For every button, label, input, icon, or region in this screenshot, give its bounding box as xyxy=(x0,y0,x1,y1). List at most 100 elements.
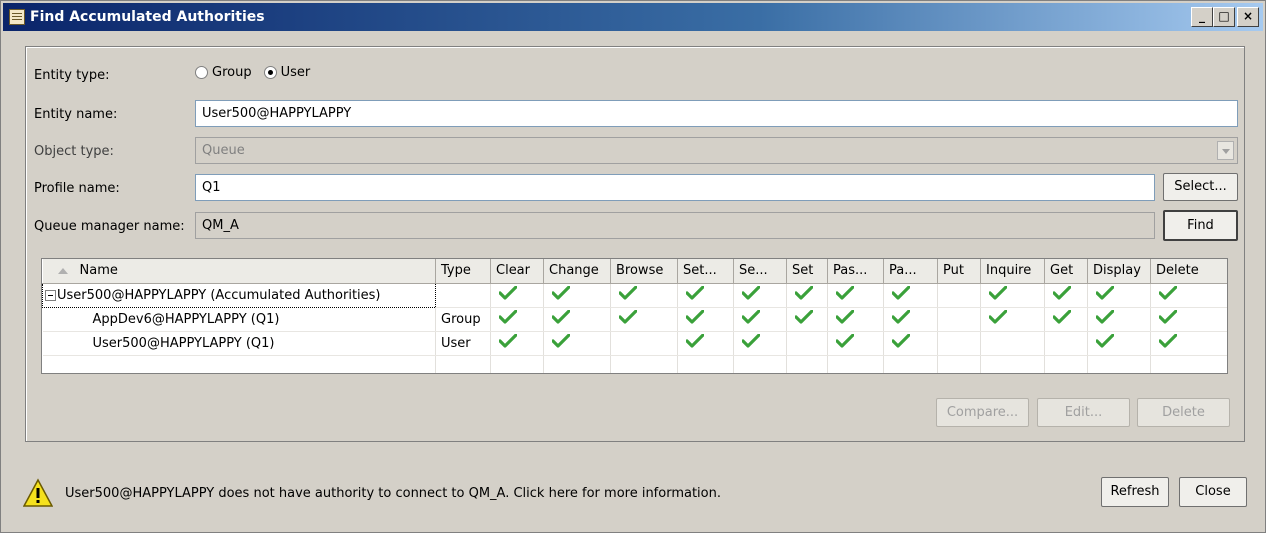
authority-cell xyxy=(610,307,678,332)
authority-cell xyxy=(1087,331,1151,356)
checkmark-icon xyxy=(989,286,1007,300)
authority-cell xyxy=(786,283,828,308)
entity-name-input[interactable]: User500@HAPPYLAPPY xyxy=(195,100,1238,127)
row-name-cell[interactable]: User500@HAPPYLAPPY (Q1) xyxy=(42,331,436,356)
authority-cell xyxy=(610,331,678,356)
empty-cell xyxy=(827,355,884,373)
status-message-link[interactable]: User500@HAPPYLAPPY does not have authori… xyxy=(65,486,721,501)
table-row[interactable]: User500@HAPPYLAPPY (Accumulated Authorit… xyxy=(42,282,1227,308)
close-window-button[interactable]: × xyxy=(1237,7,1259,27)
column-header-pass-all[interactable]: Pas... xyxy=(827,259,884,284)
entity-type-group-radio[interactable]: Group xyxy=(195,65,252,80)
table-row[interactable]: AppDev6@HAPPYLAPPY (Q1) Group xyxy=(42,307,1227,332)
checkmark-icon xyxy=(836,310,854,324)
edit-button[interactable]: Edit... xyxy=(1037,398,1130,427)
checkmark-icon xyxy=(499,286,517,300)
authority-cell xyxy=(937,331,981,356)
checkmark-icon xyxy=(989,310,1007,324)
title-bar[interactable]: Find Accumulated Authorities _ □ × xyxy=(3,3,1263,31)
column-header-inquire[interactable]: Inquire xyxy=(980,259,1045,284)
find-button[interactable]: Find xyxy=(1163,210,1238,241)
profile-name-label: Profile name: xyxy=(34,181,120,196)
checkmark-icon xyxy=(1096,310,1114,324)
empty-cell xyxy=(1150,355,1227,373)
column-header-pass-id[interactable]: Pa... xyxy=(883,259,938,284)
column-header-browse[interactable]: Browse xyxy=(610,259,678,284)
column-header-type[interactable]: Type xyxy=(435,259,491,284)
checkmark-icon xyxy=(892,286,910,300)
authority-cell xyxy=(677,331,734,356)
checkmark-icon xyxy=(836,286,854,300)
table-header-row: Name Type Clear Change Browse Set... Se.… xyxy=(42,259,1227,284)
column-header-name[interactable]: Name xyxy=(42,259,436,284)
warning-icon[interactable] xyxy=(23,478,53,508)
queue-manager-field: QM_A xyxy=(195,212,1155,239)
authority-cell xyxy=(980,307,1045,332)
row-type-cell: User xyxy=(435,331,491,356)
chevron-down-icon[interactable] xyxy=(1217,141,1234,160)
row-name-cell[interactable]: User500@HAPPYLAPPY (Accumulated Authorit… xyxy=(42,282,436,308)
sort-ascending-icon xyxy=(57,267,68,274)
object-type-select[interactable]: Queue xyxy=(195,137,1238,164)
profile-name-input[interactable]: Q1 xyxy=(195,174,1155,201)
table-row[interactable]: User500@HAPPYLAPPY (Q1) User xyxy=(42,331,1227,356)
authority-cell xyxy=(883,331,938,356)
authority-cell xyxy=(786,307,828,332)
entity-type-radio-group: Group User xyxy=(195,65,316,80)
refresh-button[interactable]: Refresh xyxy=(1101,477,1169,507)
authority-cell xyxy=(883,283,938,308)
entity-type-user-radio[interactable]: User xyxy=(263,65,310,80)
authority-cell xyxy=(1044,283,1088,308)
column-header-delete[interactable]: Delete xyxy=(1150,259,1227,284)
checkmark-icon xyxy=(1096,334,1114,348)
find-accumulated-authorities-window: Find Accumulated Authorities _ □ × Entit… xyxy=(0,0,1266,533)
column-header-change[interactable]: Change xyxy=(543,259,611,284)
row-name-cell[interactable]: AppDev6@HAPPYLAPPY (Q1) xyxy=(42,307,436,332)
authority-cell xyxy=(980,283,1045,308)
select-button[interactable]: Select... xyxy=(1163,173,1238,201)
column-header-set-all[interactable]: Set... xyxy=(677,259,734,284)
authority-cell xyxy=(937,307,981,332)
radio-group-indicator[interactable] xyxy=(195,66,208,79)
empty-cell xyxy=(490,355,544,373)
column-header-set-ident[interactable]: Se... xyxy=(733,259,787,284)
checkmark-icon xyxy=(1053,310,1071,324)
authorities-table: Name Type Clear Change Browse Set... Se.… xyxy=(41,258,1228,374)
radio-user-indicator[interactable] xyxy=(263,66,277,79)
authority-cell xyxy=(543,283,611,308)
empty-cell xyxy=(937,355,981,373)
column-header-clear[interactable]: Clear xyxy=(490,259,544,284)
authority-cell xyxy=(543,331,611,356)
authority-cell xyxy=(1087,283,1151,308)
checkmark-icon xyxy=(836,334,854,348)
delete-button[interactable]: Delete xyxy=(1137,398,1230,427)
window-app-icon xyxy=(9,9,25,25)
checkmark-icon xyxy=(795,310,813,324)
authority-cell xyxy=(827,283,884,308)
window-title: Find Accumulated Authorities xyxy=(30,9,265,25)
checkmark-icon xyxy=(742,286,760,300)
tree-collapse-icon[interactable] xyxy=(45,289,56,301)
checkmark-icon xyxy=(795,286,813,300)
authority-cell xyxy=(1150,307,1227,332)
empty-cell xyxy=(1087,355,1151,373)
authority-cell xyxy=(490,331,544,356)
checkmark-icon xyxy=(552,310,570,324)
close-button[interactable]: Close xyxy=(1179,477,1247,507)
column-header-set[interactable]: Set xyxy=(786,259,828,284)
authority-cell xyxy=(1044,331,1088,356)
authority-cell xyxy=(786,331,828,356)
checkmark-icon xyxy=(686,334,704,348)
compare-button[interactable]: Compare... xyxy=(936,398,1029,427)
checkmark-icon xyxy=(552,334,570,348)
entity-type-group-label: Group xyxy=(212,65,252,80)
authority-cell xyxy=(543,307,611,332)
checkmark-icon xyxy=(892,334,910,348)
maximize-button[interactable]: □ xyxy=(1213,7,1235,27)
minimize-button[interactable]: _ xyxy=(1191,7,1213,27)
column-header-get[interactable]: Get xyxy=(1044,259,1088,284)
column-header-put[interactable]: Put xyxy=(937,259,981,284)
authority-cell xyxy=(677,307,734,332)
column-header-display[interactable]: Display xyxy=(1087,259,1151,284)
authority-cell xyxy=(1087,307,1151,332)
